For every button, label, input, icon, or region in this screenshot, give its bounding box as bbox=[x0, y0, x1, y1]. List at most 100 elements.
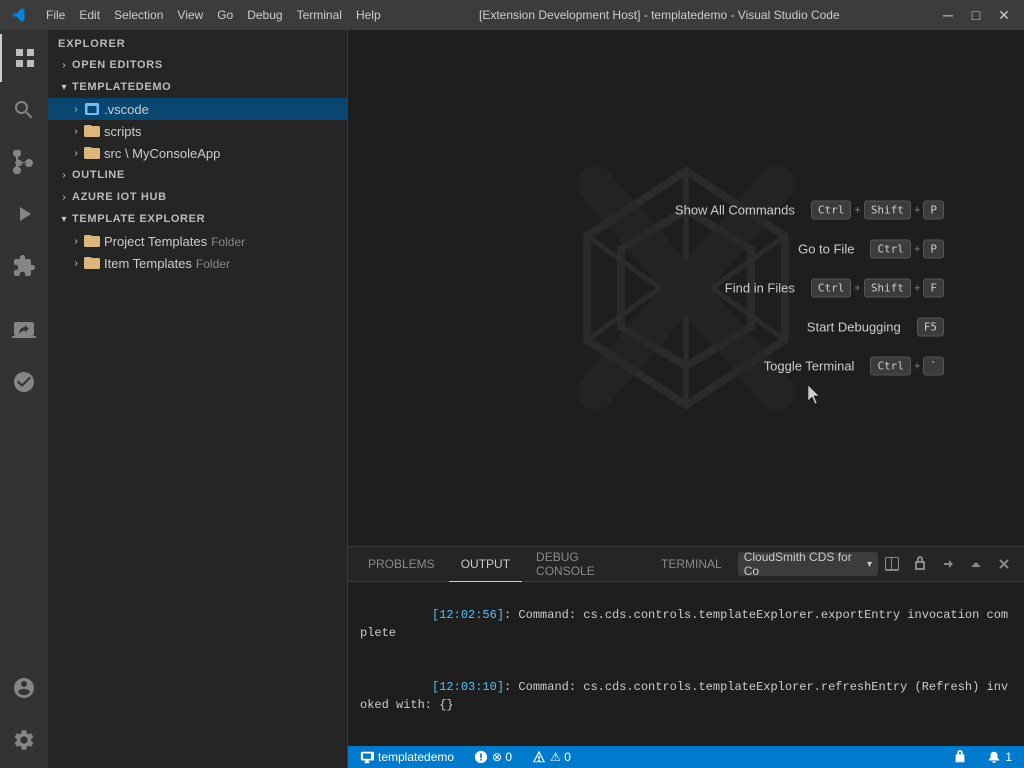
sidebar: EXPLORER OPEN EDITORS TEMPLATEDEMO .vsco… bbox=[48, 30, 348, 768]
lock-icon bbox=[953, 750, 967, 764]
dropdown-arrow: ▾ bbox=[867, 559, 872, 570]
term-line-0: [12:02:56]: Command: cs.cds.controls.tem… bbox=[360, 588, 1012, 660]
panel-close-btn[interactable] bbox=[992, 552, 1016, 576]
warning-icon bbox=[532, 750, 546, 764]
menu-file[interactable]: File bbox=[46, 8, 65, 22]
templatedemo-arrow bbox=[56, 79, 72, 95]
vscode-logo-small bbox=[10, 7, 26, 23]
status-bar: templatedemo ⊗ 0 ⚠ 0 bbox=[348, 746, 1024, 768]
shortcut-label-4: Toggle Terminal bbox=[764, 359, 855, 374]
tab-terminal[interactable]: TERMINAL bbox=[649, 547, 734, 582]
shortcut-keys-3: F5 bbox=[917, 318, 944, 337]
tab-problems[interactable]: PROBLEMS bbox=[356, 547, 447, 582]
shortcut-label-0: Show All Commands bbox=[675, 203, 795, 218]
project-templates-icon bbox=[84, 233, 100, 249]
shortcut-label-3: Start Debugging bbox=[807, 320, 901, 335]
outline-section[interactable]: OUTLINE bbox=[48, 164, 347, 186]
item-templates-arrow bbox=[68, 255, 84, 271]
open-editors-arrow bbox=[56, 57, 72, 73]
azure-iot-section[interactable]: AZURE IOT HUB bbox=[48, 186, 347, 208]
status-warnings-text: ⚠ 0 bbox=[550, 750, 571, 764]
status-errors-text: ⊗ 0 bbox=[492, 750, 512, 764]
key-f5: F5 bbox=[917, 318, 944, 337]
panel-controls bbox=[880, 552, 1016, 576]
tab-debug-console[interactable]: DEBUG CONSOLE bbox=[524, 547, 647, 582]
vscode-arrow bbox=[68, 101, 84, 117]
open-editors-section[interactable]: OPEN EDITORS bbox=[48, 54, 347, 76]
panel-lock-btn[interactable] bbox=[908, 552, 932, 576]
src-arrow bbox=[68, 145, 84, 161]
scripts-folder-label: scripts bbox=[104, 124, 142, 139]
template-explorer-section[interactable]: TEMPLATE EXPLORER bbox=[48, 208, 347, 230]
menu-debug[interactable]: Debug bbox=[247, 8, 282, 22]
scripts-folder[interactable]: scripts bbox=[48, 120, 347, 142]
minimize-button[interactable]: ─ bbox=[938, 7, 958, 24]
key-p-0: P bbox=[923, 201, 944, 220]
shortcut-start-debug: Start Debugging F5 bbox=[675, 318, 944, 337]
status-errors[interactable]: ⊗ 0 bbox=[470, 750, 516, 764]
titlebar: File Edit Selection View Go Debug Termin… bbox=[0, 0, 1024, 30]
timestamp-1: [12:03:10] bbox=[432, 680, 504, 694]
templatedemo-section[interactable]: TEMPLATEDEMO bbox=[48, 76, 347, 98]
status-warnings[interactable]: ⚠ 0 bbox=[528, 750, 575, 764]
item-templates-icon bbox=[84, 255, 100, 271]
output-channel-dropdown[interactable]: CloudSmith CDS for Co ▾ bbox=[738, 552, 878, 576]
scripts-arrow bbox=[68, 123, 84, 139]
azure-iot-arrow bbox=[56, 189, 72, 205]
item-templates-item[interactable]: Item TemplatesFolder bbox=[48, 252, 347, 274]
window-title: [Extension Development Host] - templated… bbox=[381, 8, 938, 22]
activity-settings[interactable] bbox=[0, 716, 48, 764]
key-ctrl-2: Ctrl bbox=[811, 279, 852, 298]
editor-area: Show All Commands Ctrl + Shift + P Go to… bbox=[348, 30, 1024, 768]
shortcut-label-1: Go to File bbox=[798, 242, 854, 257]
activity-remote-explorer[interactable] bbox=[0, 306, 48, 354]
src-folder[interactable]: src \ MyConsoleApp bbox=[48, 142, 347, 164]
shortcut-label-2: Find in Files bbox=[725, 281, 795, 296]
vscode-folder[interactable]: .vscode bbox=[48, 98, 347, 120]
activity-run[interactable] bbox=[0, 190, 48, 238]
shortcut-keys-2: Ctrl + Shift + F bbox=[811, 279, 944, 298]
menu-edit[interactable]: Edit bbox=[79, 8, 100, 22]
activity-explorer[interactable] bbox=[0, 34, 48, 82]
scripts-folder-icon bbox=[84, 123, 100, 139]
menu-help[interactable]: Help bbox=[356, 8, 381, 22]
activity-extensions[interactable] bbox=[0, 242, 48, 290]
window-controls: ─ □ ✕ bbox=[938, 7, 1014, 24]
dropdown-label: CloudSmith CDS for Co bbox=[744, 550, 863, 578]
panel-split-btn[interactable] bbox=[880, 552, 904, 576]
activity-accounts[interactable] bbox=[0, 664, 48, 712]
menu-go[interactable]: Go bbox=[217, 8, 233, 22]
menu-selection[interactable]: Selection bbox=[114, 8, 163, 22]
status-remote[interactable]: templatedemo bbox=[356, 750, 458, 764]
outline-label: OUTLINE bbox=[72, 169, 125, 181]
project-templates-item[interactable]: Project TemplatesFolder bbox=[48, 230, 347, 252]
menu-terminal[interactable]: Terminal bbox=[297, 8, 342, 22]
tab-output[interactable]: OUTPUT bbox=[449, 547, 522, 582]
vscode-folder-icon bbox=[84, 101, 100, 117]
azure-iot-label: AZURE IOT HUB bbox=[72, 191, 167, 203]
output-content[interactable]: [12:02:56]: Command: cs.cds.controls.tem… bbox=[348, 582, 1024, 746]
templatedemo-label: TEMPLATEDEMO bbox=[72, 81, 171, 93]
activity-source-control[interactable] bbox=[0, 138, 48, 186]
outline-arrow bbox=[56, 167, 72, 183]
src-folder-icon bbox=[84, 145, 100, 161]
status-lock[interactable] bbox=[949, 750, 971, 764]
status-notifications[interactable]: 1 bbox=[983, 750, 1016, 764]
activity-docker[interactable] bbox=[0, 358, 48, 406]
project-templates-label: Project TemplatesFolder bbox=[104, 234, 245, 249]
key-ctrl-1: Ctrl bbox=[870, 240, 911, 259]
key-f-2: F bbox=[923, 279, 944, 298]
shortcut-keys-4: Ctrl + ` bbox=[870, 357, 944, 376]
maximize-button[interactable]: □ bbox=[966, 7, 986, 24]
timestamp-0: [12:02:56] bbox=[432, 608, 504, 622]
status-remote-text: templatedemo bbox=[378, 750, 454, 764]
menu-view[interactable]: View bbox=[177, 8, 203, 22]
activity-search[interactable] bbox=[0, 86, 48, 134]
panel-collapse-btn[interactable] bbox=[964, 552, 988, 576]
term-line-1: [12:03:10]: Command: cs.cds.controls.tem… bbox=[360, 660, 1012, 732]
key-backtick: ` bbox=[923, 357, 944, 376]
notification-count: 1 bbox=[1005, 750, 1012, 764]
close-button[interactable]: ✕ bbox=[994, 7, 1014, 24]
shortcut-keys-1: Ctrl + P bbox=[870, 240, 944, 259]
panel-more-btn[interactable] bbox=[936, 552, 960, 576]
